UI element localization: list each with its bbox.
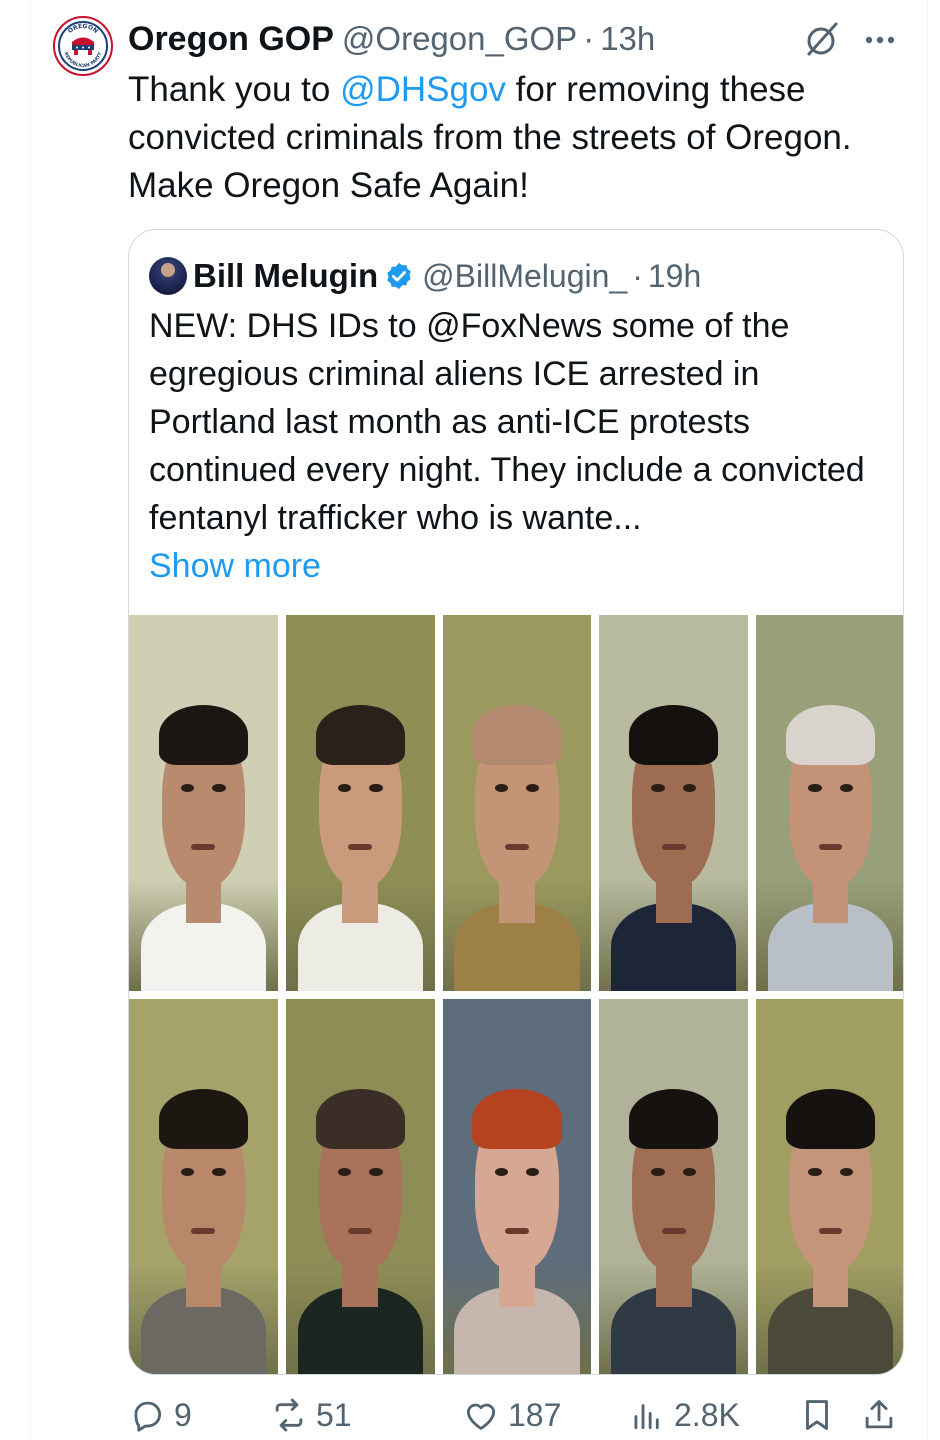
tweet-header: Oregon GOP @Oregon_GOP · 13h [128, 16, 655, 62]
repost-button[interactable]: 51 [270, 1392, 352, 1438]
like-button[interactable]: 187 [462, 1392, 561, 1438]
tweet-actions: 9 51 187 2.8K [128, 1392, 908, 1438]
analytics-icon [634, 1404, 659, 1430]
separator-dot: · [632, 257, 643, 294]
quoted-author-avatar[interactable] [149, 257, 187, 295]
share-button[interactable] [860, 1392, 906, 1438]
mugshot-photo[interactable] [285, 615, 435, 991]
heart-icon [466, 1403, 496, 1430]
reply-icon [134, 1401, 162, 1432]
tweet-time[interactable]: 13h [600, 20, 655, 58]
mugshot-photo[interactable] [599, 999, 749, 1374]
oregon-gop-logo-icon: OREGON REPUBLICAN PARTY [58, 21, 108, 71]
mugshot-photo[interactable] [129, 615, 278, 991]
quoted-author-name[interactable]: Bill Melugin [193, 257, 378, 295]
repost-count: 51 [316, 1396, 352, 1433]
mugshot-photo[interactable] [756, 615, 903, 991]
mugshot-photo[interactable] [285, 999, 435, 1374]
repost-icon [275, 1398, 303, 1432]
media-grid[interactable] [129, 615, 903, 1374]
views-button[interactable]: 2.8K [628, 1392, 740, 1438]
reply-button[interactable]: 9 [128, 1392, 192, 1438]
bookmark-icon [806, 1400, 828, 1430]
mention-link[interactable]: @DHSgov [340, 70, 506, 109]
quoted-tweet-text: NEW: DHS IDs to @FoxNews some of the egr… [149, 302, 889, 590]
mugshot-photo[interactable] [442, 615, 592, 991]
verified-badge-icon [387, 262, 411, 290]
mugshot-photo[interactable] [756, 999, 903, 1374]
like-count: 187 [508, 1396, 562, 1433]
separator-dot: · [583, 20, 595, 57]
mugshot-photo[interactable] [599, 615, 749, 991]
bookmark-button[interactable] [798, 1392, 844, 1438]
quoted-tweet-time[interactable]: 19h [648, 258, 701, 295]
quoted-tweet[interactable]: Bill Melugin @BillMelugin_ · 19h NEW: DH… [128, 229, 904, 1375]
author-name[interactable]: Oregon GOP [128, 20, 334, 59]
quoted-tweet-body: NEW: DHS IDs to @FoxNews some of the egr… [149, 307, 865, 537]
mugshot-photo[interactable] [442, 999, 592, 1374]
tweet-text: Thank you to @DHSgov for removing these … [128, 66, 918, 210]
author-handle[interactable]: @Oregon_GOP [342, 20, 577, 58]
show-more-link[interactable]: Show more [149, 547, 321, 585]
reply-count: 9 [174, 1396, 192, 1433]
mugshot-photo[interactable] [129, 999, 278, 1374]
quoted-author-handle[interactable]: @BillMelugin_ [422, 258, 627, 295]
view-count: 2.8K [674, 1396, 740, 1433]
tweet-text-part: Thank you to [128, 70, 341, 109]
quoted-tweet-header: Bill Melugin @BillMelugin_ · 19h [149, 254, 701, 298]
more-options-icon[interactable] [858, 18, 902, 62]
author-avatar[interactable]: OREGON REPUBLICAN PARTY [53, 16, 113, 76]
grok-icon[interactable] [800, 18, 844, 62]
share-icon [865, 1400, 893, 1429]
